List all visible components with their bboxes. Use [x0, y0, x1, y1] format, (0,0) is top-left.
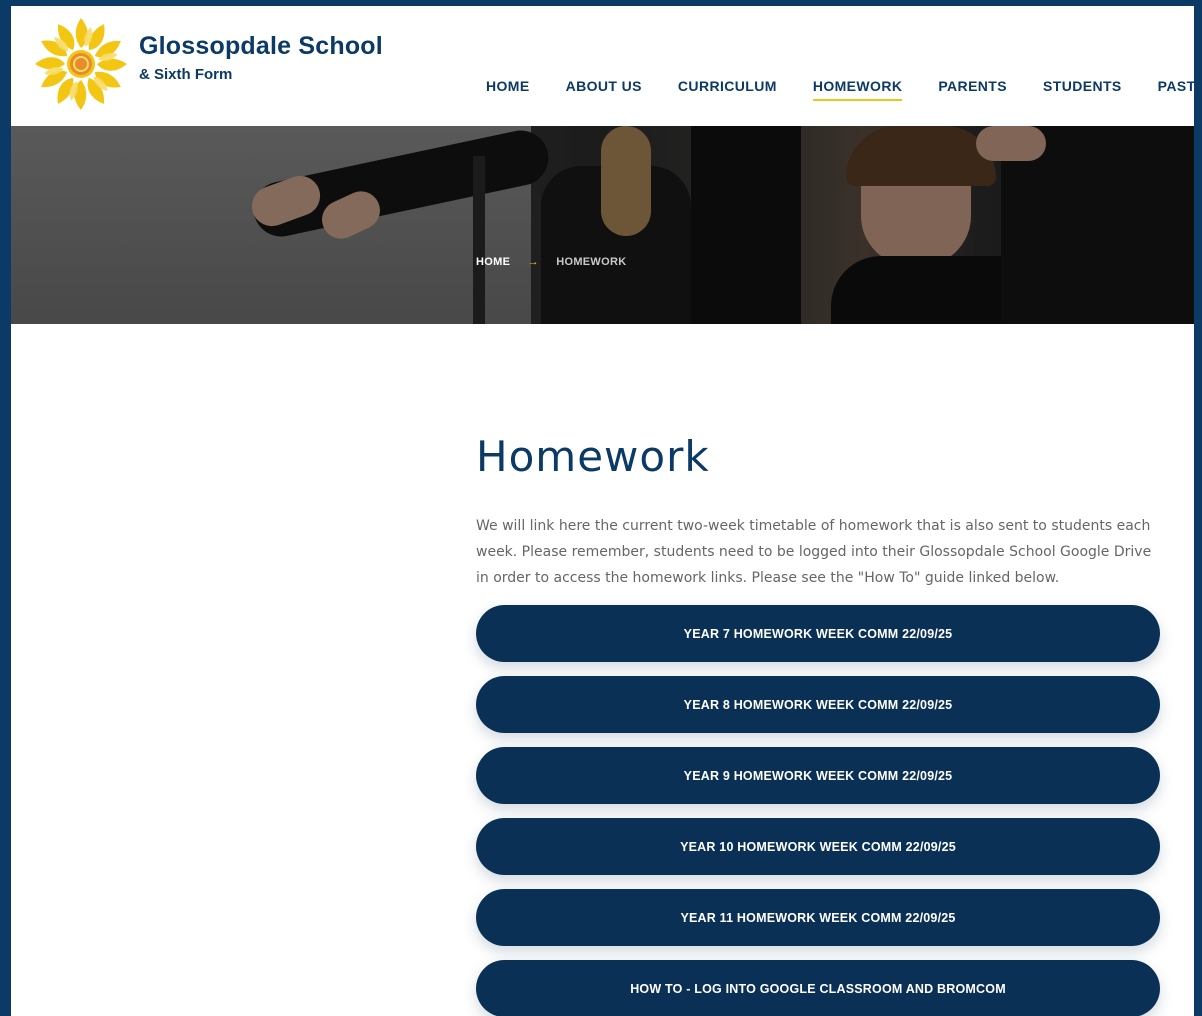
year-8-homework-button[interactable]: YEAR 8 HOMEWORK WEEK COMM 22/09/25 — [476, 676, 1160, 733]
year-7-homework-button[interactable]: YEAR 7 HOMEWORK WEEK COMM 22/09/25 — [476, 605, 1160, 662]
breadcrumb-current: HOMEWORK — [556, 256, 627, 268]
page-title: Homework — [476, 432, 710, 481]
homework-links: YEAR 7 HOMEWORK WEEK COMM 22/09/25 YEAR … — [476, 605, 1162, 1016]
nav-item-parents[interactable]: PARENTS — [938, 78, 1007, 101]
intro-text: We will link here the current two-week t… — [476, 518, 1152, 586]
hero-overlay — [11, 126, 1194, 324]
sun-logo-icon[interactable] — [31, 14, 131, 114]
site-header: Glossopdale School & Sixth Form HOME ABO… — [11, 6, 1194, 126]
school-subtitle: & Sixth Form — [139, 66, 233, 83]
year-11-homework-button[interactable]: YEAR 11 HOMEWORK WEEK COMM 22/09/25 — [476, 889, 1160, 946]
nav-item-home[interactable]: HOME — [486, 78, 530, 101]
year-10-homework-button[interactable]: YEAR 10 HOMEWORK WEEK COMM 22/09/25 — [476, 818, 1160, 875]
page-frame: Glossopdale School & Sixth Form HOME ABO… — [11, 6, 1194, 1016]
nav-item-about-us[interactable]: ABOUT US — [566, 78, 642, 101]
nav-item-students[interactable]: STUDENTS — [1043, 78, 1122, 101]
school-name[interactable]: Glossopdale School — [139, 32, 383, 61]
how-to-guide-button[interactable]: HOW TO - LOG INTO GOOGLE CLASSROOM AND B… — [476, 960, 1160, 1016]
arrow-right-icon: → — [527, 256, 539, 268]
hero-banner: HOME → HOMEWORK — [11, 126, 1194, 324]
breadcrumb-home[interactable]: HOME — [476, 256, 510, 268]
year-9-homework-button[interactable]: YEAR 9 HOMEWORK WEEK COMM 22/09/25 — [476, 747, 1160, 804]
nav-item-pastoral[interactable]: PASTO — [1158, 78, 1194, 101]
main-content: Homework We will link here the current t… — [476, 324, 1162, 1016]
breadcrumb: HOME → HOMEWORK — [476, 256, 626, 268]
main-nav: HOME ABOUT US CURRICULUM HOMEWORK PARENT… — [486, 78, 1194, 101]
nav-item-homework[interactable]: HOMEWORK — [812, 78, 903, 101]
nav-item-curriculum[interactable]: CURRICULUM — [678, 78, 777, 101]
